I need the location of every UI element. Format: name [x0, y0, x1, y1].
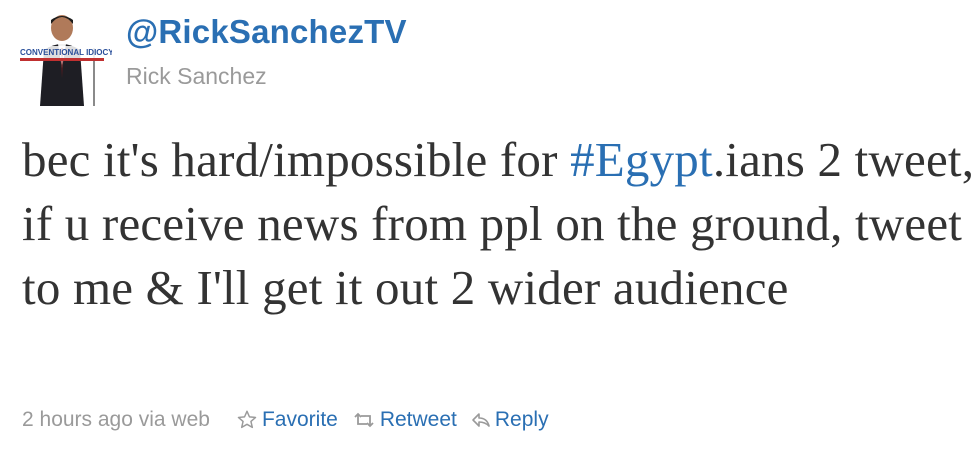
retweet-button[interactable]: Retweet	[352, 404, 457, 436]
tweet-text-before: bec it's hard/impossible for	[22, 132, 571, 187]
retweet-icon	[352, 410, 376, 430]
avatar[interactable]: CONVENTIONAL IDIOCY	[14, 8, 112, 106]
hashtag-link[interactable]: #Egypt	[570, 132, 713, 187]
timestamp[interactable]: 2 hours ago via web	[22, 404, 210, 436]
star-outline-icon	[236, 409, 258, 431]
tweet-meta: 2 hours ago via web Favorite Retweet Rep…	[22, 404, 549, 436]
real-name: Rick Sanchez	[126, 63, 267, 89]
svg-text:CONVENTIONAL IDIOCY: CONVENTIONAL IDIOCY	[20, 48, 112, 57]
tweet-header: CONVENTIONAL IDIOCY @RickSanchezTV Rick …	[14, 8, 407, 106]
reply-button[interactable]: Reply	[471, 404, 549, 436]
user-names: @RickSanchezTV Rick Sanchez	[126, 12, 407, 91]
favorite-button[interactable]: Favorite	[236, 404, 338, 436]
favorite-label: Favorite	[261, 408, 338, 431]
tweet-card: CONVENTIONAL IDIOCY @RickSanchezTV Rick …	[0, 0, 980, 449]
retweet-label: Retweet	[379, 408, 457, 431]
avatar-image: CONVENTIONAL IDIOCY	[14, 8, 112, 106]
screen-name-link[interactable]: @RickSanchezTV	[126, 12, 407, 52]
tweet-text: bec it's hard/impossible for #Egypt.ians…	[22, 128, 977, 320]
reply-arrow-icon	[471, 410, 491, 430]
reply-label: Reply	[494, 408, 549, 431]
